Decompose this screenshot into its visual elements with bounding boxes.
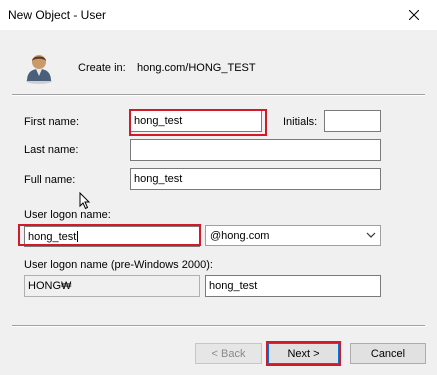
dialog-content: Create in: hong.com/HONG_TEST First name… (0, 30, 437, 375)
full-name-label: Full name: (24, 174, 76, 186)
logon-name-value: hong_test (28, 230, 77, 243)
next-button[interactable]: Next > (268, 343, 339, 364)
domain-selected-value: @hong.com (210, 229, 270, 242)
pre2000-name-field[interactable]: hong_test (205, 275, 381, 297)
logon-name-field[interactable]: hong_test (24, 226, 200, 247)
pre2000-domain-value: HONG₩ (28, 280, 72, 292)
top-separator (12, 94, 425, 96)
cancel-button[interactable]: Cancel (350, 343, 426, 364)
text-caret (77, 231, 79, 242)
create-in-label: Create in: (78, 62, 126, 74)
user-icon (26, 55, 52, 84)
close-button[interactable] (391, 0, 437, 30)
next-button-label: Next > (287, 347, 320, 360)
create-in-value: hong.com/HONG_TEST (137, 62, 256, 74)
title-bar: New Object - User (0, 0, 437, 30)
initials-label: Initials: (283, 116, 318, 128)
pre2000-name-value: hong_test (209, 280, 258, 292)
window-title: New Object - User (8, 8, 107, 22)
first-name-field[interactable]: hong_test (130, 110, 262, 132)
mouse-pointer-icon (79, 192, 91, 210)
back-button[interactable]: < Back (195, 343, 262, 364)
first-name-label: First name: (24, 116, 80, 128)
full-name-field[interactable]: hong_test (130, 168, 381, 190)
back-button-label: < Back (211, 347, 246, 360)
pre2000-label: User logon name (pre-Windows 2000): (24, 259, 213, 271)
cancel-button-label: Cancel (370, 347, 406, 360)
domain-select[interactable]: @hong.com (205, 225, 381, 246)
full-name-value: hong_test (134, 173, 183, 185)
initials-field[interactable] (324, 110, 381, 132)
first-name-value: hong_test (134, 115, 183, 127)
close-icon (409, 10, 419, 20)
last-name-field[interactable] (130, 139, 381, 161)
pre2000-domain-field: HONG₩ (24, 275, 200, 297)
bottom-separator (12, 325, 425, 327)
last-name-label: Last name: (24, 144, 79, 156)
new-object-user-dialog: New Object - User Create in: hong.com/HO… (0, 0, 437, 375)
chevron-down-icon (366, 232, 376, 238)
logon-name-label: User logon name: (24, 209, 111, 221)
